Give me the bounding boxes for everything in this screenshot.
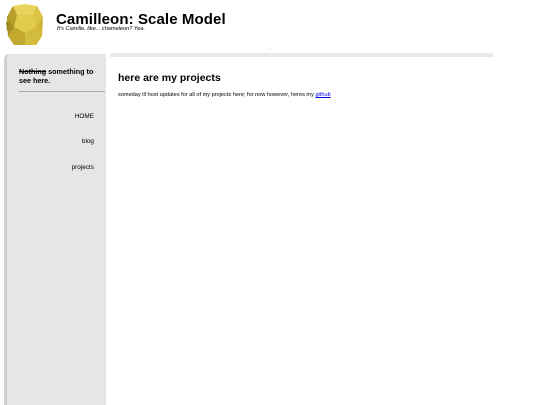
github-link[interactable]: github [315, 92, 330, 98]
sidebar-note: Nothing something to see here. [19, 67, 105, 85]
sidebar-divider [19, 91, 105, 92]
content-top-bar [110, 49, 494, 57]
nav-blog-link[interactable]: blog [82, 138, 94, 145]
intro-paragraph: someday ill host updates for all of my p… [118, 92, 331, 98]
nav-projects-link[interactable]: projects [72, 164, 94, 171]
site-tagline: It's Camille, like... chameleon? Yea. [57, 26, 146, 32]
page-heading: here are my projects [118, 72, 221, 84]
site-header: Camilleon: Scale Model It's Camille, lik… [0, 0, 540, 52]
intro-text: someday ill host updates for all of my p… [118, 92, 316, 98]
nav-home-link[interactable]: HOME [75, 113, 94, 120]
site-logo-icon[interactable] [6, 3, 44, 47]
content-top-dot [270, 49, 271, 50]
sidebar: Nothing something to see here. HOME blog… [4, 54, 106, 405]
